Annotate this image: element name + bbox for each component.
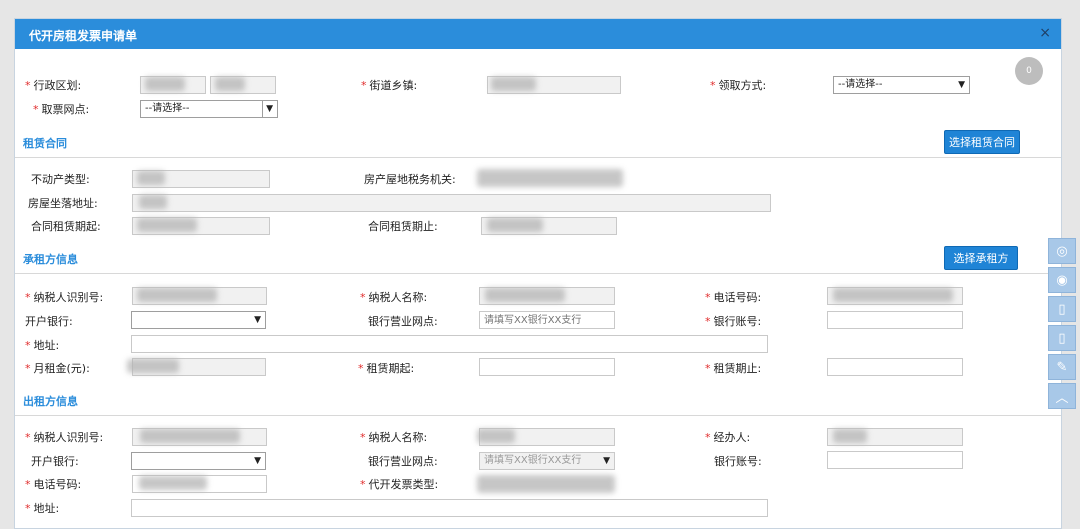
- blurred-value: [140, 429, 240, 443]
- chevron-down-icon: ▼: [254, 456, 261, 466]
- start-label: 合同租赁期起:: [31, 220, 101, 233]
- tablet-icon[interactable]: ▯: [1048, 325, 1076, 351]
- lessor-branch-select[interactable]: 请填写XX银行XX支行 ▼: [479, 452, 615, 470]
- up-arrow-icon[interactable]: ︿: [1048, 383, 1076, 409]
- chevron-down-icon: ▼: [603, 456, 610, 466]
- tenant-rent-start-field[interactable]: [479, 358, 615, 376]
- weibo-icon[interactable]: ◉: [1048, 267, 1076, 293]
- blurred-value: [487, 218, 543, 232]
- tenant-account-field[interactable]: [827, 311, 963, 329]
- chevron-down-icon: ▼: [262, 101, 273, 117]
- address-field[interactable]: [132, 194, 771, 212]
- lessor-bank-label: 开户银行:: [31, 455, 79, 468]
- lessor-account-label: 银行账号:: [714, 455, 762, 468]
- pickup-label: * 领取方式:: [710, 79, 767, 92]
- tenant-account-label: * 银行账号:: [705, 315, 762, 328]
- tenant-rent-end-field[interactable]: [827, 358, 963, 376]
- tenant-branch-input[interactable]: [479, 311, 615, 329]
- blurred-value: [139, 195, 167, 209]
- lessor-phone-label: * 电话号码:: [25, 478, 82, 491]
- lessor-taxpayer-name-label: * 纳税人名称:: [360, 431, 428, 444]
- tenant-bank-label: 开户银行:: [25, 315, 73, 328]
- tenant-bank-select[interactable]: ▼: [131, 311, 266, 329]
- dialog-titlebar: 代开房租发票申请单 ×: [15, 19, 1061, 49]
- blurred-value: [491, 77, 536, 91]
- section-divider: [15, 273, 1061, 274]
- lessor-bank-select[interactable]: ▼: [131, 452, 266, 470]
- tenant-phone-label: * 电话号码:: [705, 291, 762, 304]
- lessor-address-field[interactable]: [131, 499, 768, 517]
- property-type-label: 不动产类型:: [31, 173, 90, 186]
- tenant-address-field[interactable]: [131, 335, 768, 353]
- blurred-value: [215, 77, 245, 91]
- select-lease-button[interactable]: 选择租赁合同: [944, 130, 1020, 154]
- lessor-address-label: * 地址:: [25, 502, 60, 515]
- avatar[interactable]: 0: [1015, 57, 1043, 85]
- invoice-dialog: 代开房租发票申请单 × 0 * 行政区划: * 街道乡镇: * 领取方式: --请选择…: [14, 18, 1062, 529]
- lessor-branch-label: 银行营业网点:: [368, 455, 438, 468]
- district-label: * 行政区划:: [25, 79, 82, 92]
- lessor-agent-label: * 经办人:: [705, 431, 751, 444]
- tenant-address-label: * 地址:: [25, 339, 60, 352]
- chevron-down-icon: ▼: [254, 315, 261, 325]
- blurred-value: [139, 476, 207, 490]
- street-label: * 街道乡镇:: [361, 79, 418, 92]
- wechat-icon[interactable]: ◎: [1048, 238, 1076, 264]
- section-divider: [15, 415, 1061, 416]
- blurred-value: [137, 218, 197, 232]
- lessor-account-field[interactable]: [827, 451, 963, 469]
- tenant-branch-label: 银行营业网点:: [368, 315, 438, 328]
- blurred-value: [833, 429, 867, 443]
- tenant-taxpayer-id-label: * 纳税人识别号:: [25, 291, 104, 304]
- blurred-value: [127, 359, 179, 373]
- close-icon[interactable]: ×: [1039, 25, 1051, 41]
- select-tenant-button[interactable]: 选择承租方: [944, 246, 1018, 270]
- tenant-taxpayer-name-label: * 纳税人名称:: [360, 291, 428, 304]
- blurred-value: [477, 169, 623, 187]
- mobile-icon[interactable]: ▯: [1048, 296, 1076, 322]
- edit-icon[interactable]: ✎: [1048, 354, 1076, 380]
- blurred-value: [477, 475, 615, 493]
- blurred-value: [137, 288, 217, 302]
- section-tenant-title: 承租方信息: [23, 253, 78, 266]
- tenant-branch-text[interactable]: [480, 312, 614, 328]
- ticket-point-label: * 取票网点:: [33, 103, 90, 116]
- end-label: 合同租赁期止:: [368, 220, 438, 233]
- blurred-value: [137, 171, 165, 185]
- tenant-rent-start-label: * 租赁期起:: [358, 362, 415, 375]
- blurred-value: [145, 77, 185, 91]
- blurred-value: [833, 288, 953, 302]
- lessor-invoice-type-label: * 代开发票类型:: [360, 478, 439, 491]
- section-lessor-title: 出租方信息: [23, 395, 78, 408]
- pickup-select[interactable]: --请选择-- ▼: [833, 76, 970, 94]
- address-label: 房屋坐落地址:: [28, 197, 98, 210]
- tax-office-label: 房产屋地税务机关:: [364, 173, 456, 186]
- blurred-value: [485, 288, 565, 302]
- tenant-rent-label: * 月租金(元):: [25, 362, 90, 375]
- chevron-down-icon: ▼: [958, 80, 965, 90]
- dialog-title: 代开房租发票申请单: [29, 29, 138, 43]
- section-divider: [15, 157, 1061, 158]
- section-lease-title: 租赁合同: [23, 137, 67, 150]
- tenant-rent-end-label: * 租赁期止:: [705, 362, 762, 375]
- lessor-taxpayer-id-label: * 纳税人识别号:: [25, 431, 104, 444]
- ticket-point-select[interactable]: --请选择-- ▼: [140, 100, 278, 118]
- blurred-value: [477, 429, 515, 443]
- floating-sidebar: ◎ ◉ ▯ ▯ ✎ ︿: [1048, 238, 1080, 412]
